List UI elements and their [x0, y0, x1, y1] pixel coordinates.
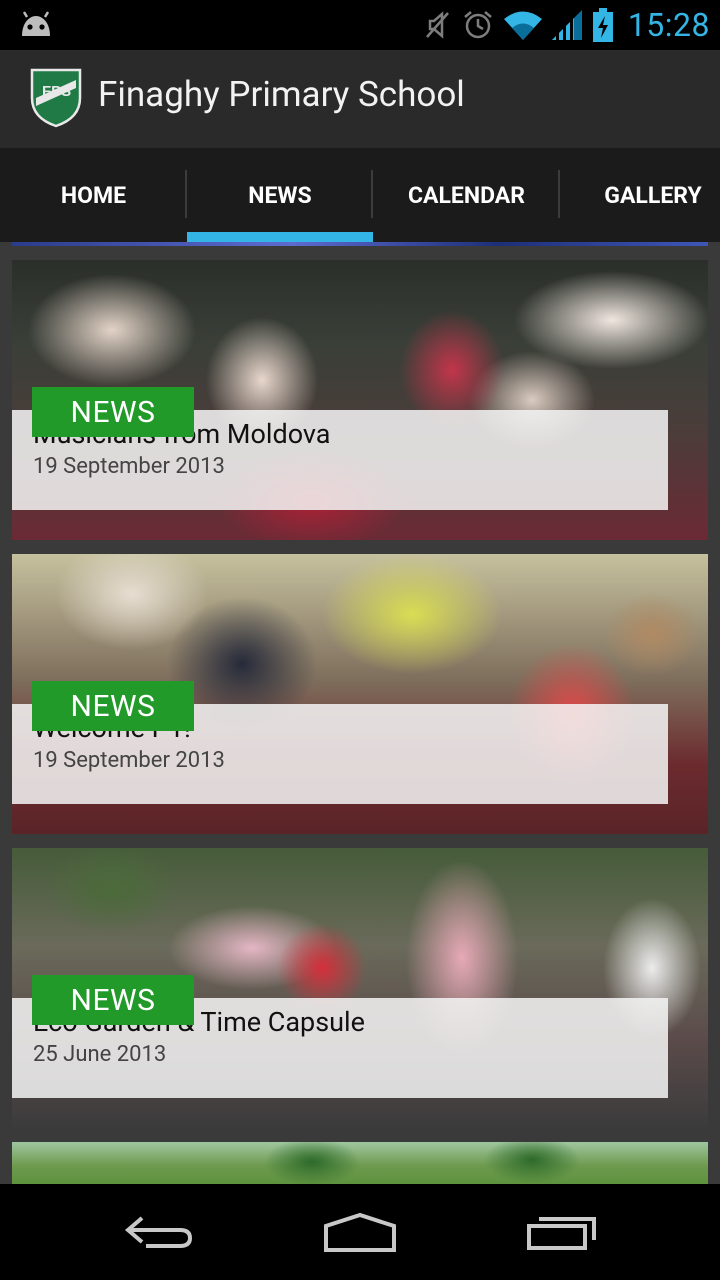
- back-icon[interactable]: [124, 1214, 194, 1250]
- home-icon[interactable]: [322, 1212, 398, 1252]
- news-tag-badge: NEWS: [32, 681, 194, 731]
- tab-gallery[interactable]: GALLERY: [560, 148, 720, 242]
- tab-gallery-label: GALLERY: [604, 181, 702, 209]
- mute-icon: [425, 11, 449, 39]
- news-date: 19 September 2013: [33, 454, 225, 479]
- news-tag-badge: NEWS: [32, 975, 194, 1025]
- status-bar: 15:28: [0, 0, 720, 50]
- news-date: 19 September 2013: [33, 748, 225, 773]
- navigation-bar: [0, 1184, 720, 1280]
- android-debug-icon: [22, 11, 50, 36]
- tab-news[interactable]: NEWS: [187, 148, 373, 242]
- tab-home-label: HOME: [60, 181, 127, 209]
- news-card[interactable]: Eco Garden & Time Capsule 25 June 2013 N…: [12, 848, 708, 1128]
- battery-charging-icon: [592, 8, 613, 42]
- tab-calendar[interactable]: CALENDAR: [373, 148, 560, 242]
- app-title: Finaghy Primary School: [98, 74, 465, 115]
- news-tag-badge: NEWS: [32, 387, 194, 437]
- news-card-partial-top[interactable]: [12, 242, 708, 246]
- clock: 15:28: [627, 6, 710, 44]
- news-card[interactable]: Musicians from Moldova 19 September 2013…: [12, 260, 708, 540]
- news-date: 25 June 2013: [33, 1042, 167, 1067]
- news-photo: [12, 1142, 708, 1184]
- alarm-icon: [464, 11, 492, 39]
- news-list[interactable]: Musicians from Moldova 19 September 2013…: [0, 242, 720, 1184]
- tab-calendar-label: CALENDAR: [407, 181, 525, 209]
- signal-icon: [551, 10, 582, 40]
- wifi-icon: [503, 11, 542, 40]
- news-photo: [12, 242, 708, 246]
- recents-icon[interactable]: [526, 1214, 598, 1252]
- selected-tab-indicator: [187, 232, 373, 242]
- tab-home[interactable]: HOME: [0, 148, 187, 242]
- tab-news-label: NEWS: [248, 181, 312, 209]
- tab-bar: HOME NEWS CALENDAR GALLERY: [0, 148, 720, 242]
- action-bar: FPS Finaghy Primary School: [0, 50, 720, 148]
- news-card[interactable]: Welcome P1! 19 September 2013 NEWS: [12, 554, 708, 834]
- school-crest-icon[interactable]: FPS: [30, 68, 82, 128]
- news-card-partial-bottom[interactable]: [12, 1142, 708, 1184]
- crest-letter-f: FPS: [42, 83, 71, 100]
